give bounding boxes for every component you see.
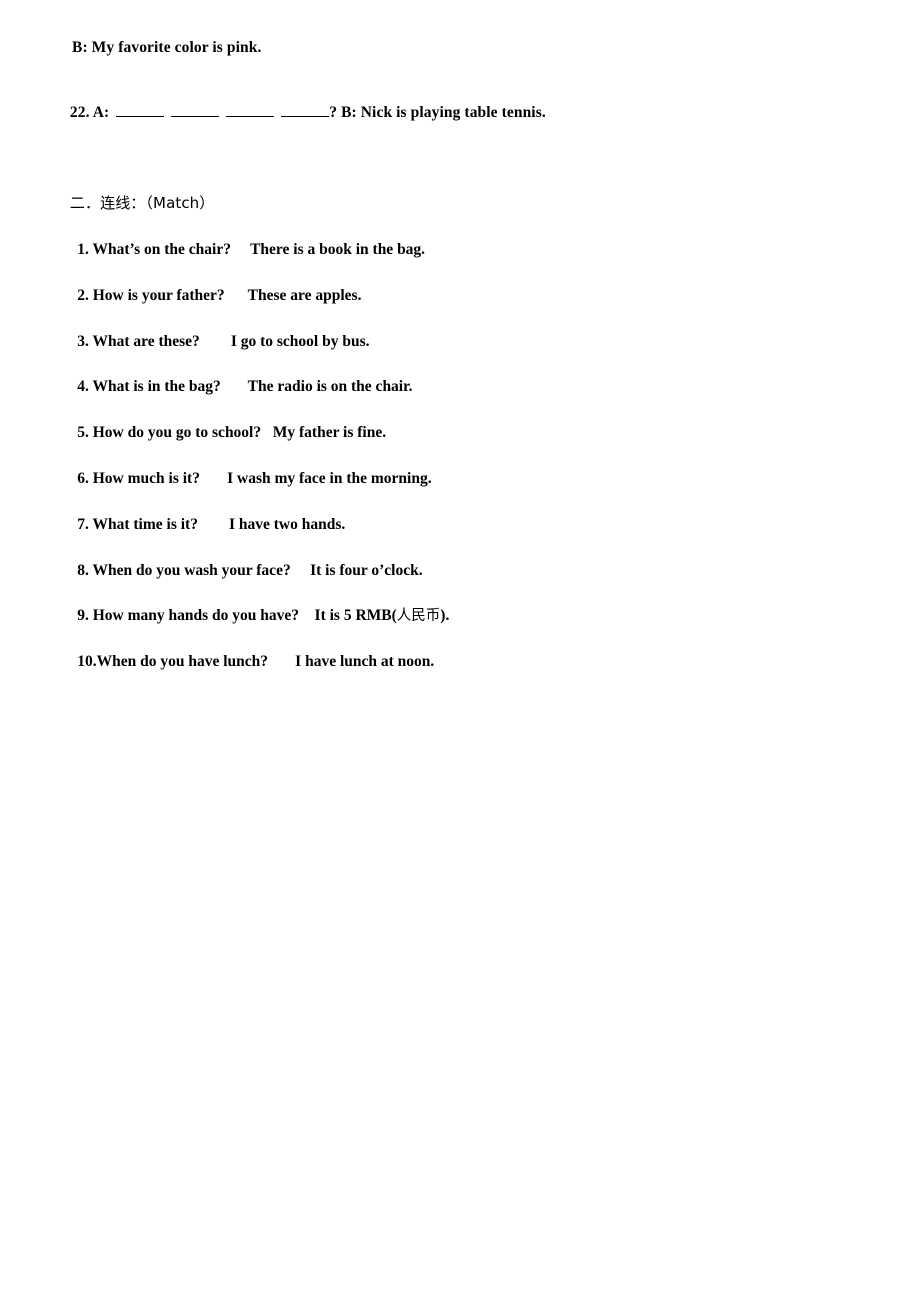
- match-gap: [200, 470, 227, 487]
- match-answer-cjk: 人民币: [396, 608, 441, 625]
- dialogue-question-22: 22. A: ? B: Nick is playing table tennis.: [54, 84, 546, 141]
- match-item-number: 2.: [77, 286, 89, 304]
- match-item-number: 1.: [77, 241, 89, 258]
- match-item-number: 8.: [77, 561, 89, 579]
- worksheet-page: B: My favorite color is pink. 22. A: ? B:…: [0, 0, 920, 1302]
- match-item-number: 6.: [77, 469, 89, 487]
- match-answer[interactable]: These are apples.: [248, 287, 362, 304]
- match-question[interactable]: What time is it?: [89, 516, 197, 533]
- match-answer[interactable]: I have lunch at noon.: [295, 653, 434, 670]
- match-answer-tail: ).: [440, 607, 450, 625]
- fill-blank-1[interactable]: [116, 103, 165, 117]
- section-heading-title: 连线：: [100, 194, 146, 212]
- match-gap: [231, 241, 250, 258]
- match-question[interactable]: When do you wash your face?: [89, 562, 290, 579]
- match-gap: [198, 516, 229, 533]
- match-answer[interactable]: It is 5 RMB(: [315, 607, 397, 624]
- fill-blank-2[interactable]: [171, 103, 220, 117]
- match-answer[interactable]: The radio is on the chair.: [248, 378, 413, 395]
- match-gap: [268, 653, 295, 670]
- match-row[interactable]: 5. How do you go to school? My father is…: [54, 404, 854, 450]
- match-gap: [261, 424, 273, 441]
- match-item-number: 9.: [77, 607, 89, 625]
- fill-blank-3[interactable]: [226, 103, 275, 117]
- match-question[interactable]: What is in the bag?: [89, 378, 220, 395]
- match-question[interactable]: How is your father?: [89, 287, 225, 304]
- question-number-22: 22. A:: [69, 104, 110, 121]
- match-item-number: 3.: [77, 332, 89, 350]
- match-answer[interactable]: It is four o’clock.: [310, 562, 423, 579]
- match-row[interactable]: 4. What is in the bag? The radio is on t…: [54, 358, 854, 404]
- match-gap: [225, 287, 248, 304]
- match-row[interactable]: 9. How many hands do you have? It is 5 R…: [54, 587, 854, 633]
- match-gap: [221, 378, 248, 395]
- fill-blank-4[interactable]: [281, 103, 330, 117]
- match-row[interactable]: 10.When do you have lunch? I have lunch …: [54, 633, 854, 679]
- match-item-number: 5.: [77, 424, 89, 442]
- match-answer[interactable]: I have two hands.: [229, 516, 345, 533]
- match-row[interactable]: 7. What time is it? I have two hands.: [54, 496, 854, 542]
- match-answer[interactable]: I go to school by bus.: [231, 333, 370, 350]
- dialogue-answer-line: B: My favorite color is pink.: [72, 39, 262, 56]
- match-question[interactable]: How many hands do you have?: [89, 607, 299, 624]
- match-answer[interactable]: I wash my face in the morning.: [227, 470, 432, 487]
- match-answer[interactable]: There is a book in the bag.: [250, 241, 425, 258]
- section-heading-cjk: 二．: [69, 194, 101, 212]
- match-row[interactable]: 2. How is your father? These are apples.: [54, 267, 854, 313]
- section-heading-paren: （Match）: [145, 194, 215, 212]
- match-gap: [299, 607, 315, 624]
- match-question[interactable]: How do you go to school?: [89, 424, 261, 441]
- match-item-number: 4.: [77, 378, 89, 396]
- match-question[interactable]: What are these?: [89, 333, 199, 350]
- match-item-number: 10.: [77, 653, 97, 671]
- match-item-number: 7.: [77, 515, 89, 533]
- match-list: 1. What’s on the chair? There is a book …: [54, 221, 854, 679]
- match-row[interactable]: 8. When do you wash your face? It is fou…: [54, 542, 854, 588]
- match-gap: [200, 333, 231, 350]
- match-row[interactable]: 6. How much is it? I wash my face in the…: [54, 450, 854, 496]
- match-row[interactable]: 1. What’s on the chair? There is a book …: [54, 221, 854, 267]
- dialogue-22-tail: ? B: Nick is playing table tennis.: [329, 104, 546, 121]
- match-question[interactable]: How much is it?: [89, 470, 200, 487]
- match-question[interactable]: What’s on the chair?: [89, 241, 231, 258]
- match-gap: [291, 562, 310, 579]
- match-answer[interactable]: My father is fine.: [273, 424, 386, 441]
- match-question[interactable]: When do you have lunch?: [97, 653, 268, 670]
- match-row[interactable]: 3. What are these? I go to school by bus…: [54, 313, 854, 359]
